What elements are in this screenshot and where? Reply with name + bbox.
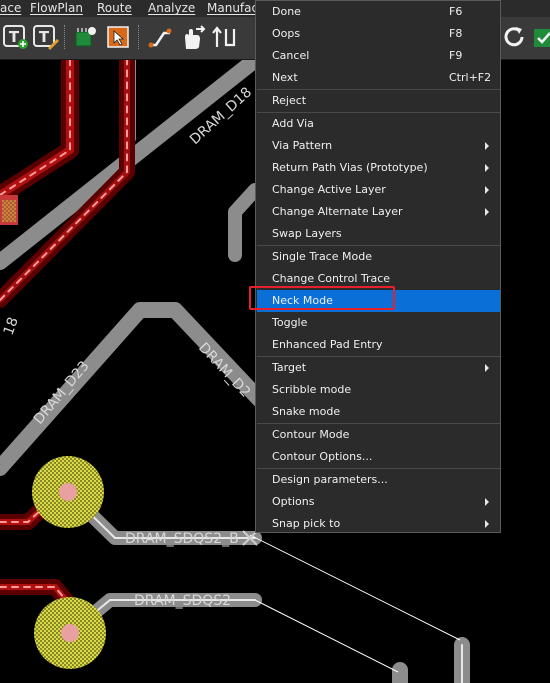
- menu-item-label: Done: [272, 5, 301, 18]
- menu-item-shortcut: F8: [449, 27, 463, 40]
- net-label-dram-d2: DRAM_D2: [195, 340, 253, 401]
- menu-flowplan[interactable]: FlowPlan: [30, 0, 83, 17]
- menu-item-label: Change Alternate Layer: [272, 205, 403, 218]
- menu-item-done[interactable]: Done F6: [257, 1, 500, 23]
- submenu-arrow-icon: [485, 364, 489, 372]
- menu-item-label: Contour Mode: [272, 428, 350, 441]
- menu-item-snap-pick-to[interactable]: Snap pick to: [257, 513, 500, 535]
- toolbar-separator: [138, 25, 142, 49]
- menu-item-label: Contour Options...: [272, 450, 373, 463]
- menu-item-label: Via Pattern: [272, 139, 333, 152]
- menu-item-snake-mode[interactable]: Snake mode: [257, 401, 500, 423]
- menu-item-label: Toggle: [272, 316, 308, 329]
- submenu-arrow-icon: [485, 208, 489, 216]
- menu-item-shortcut: Ctrl+F2: [449, 71, 492, 84]
- menu-item-swap-layers[interactable]: Swap Layers: [257, 223, 500, 245]
- fanout-icon[interactable]: [210, 23, 238, 51]
- interactive-hand-icon[interactable]: [178, 23, 206, 51]
- route-icon[interactable]: [146, 23, 174, 51]
- menu-manufacture[interactable]: Manufac: [207, 0, 258, 17]
- menu-item-shortcut: F9: [449, 49, 463, 62]
- via-partial: [0, 195, 18, 225]
- component-move-icon[interactable]: [104, 23, 132, 51]
- menu-item-change-active-layer[interactable]: Change Active Layer: [257, 179, 500, 201]
- menu-item-label: Reject: [272, 94, 307, 107]
- menu-item-label: Enhanced Pad Entry: [272, 338, 383, 351]
- menu-route[interactable]: Route: [97, 0, 132, 17]
- net-label-18: 18: [1, 315, 22, 337]
- menu-item-label: Add Via: [272, 117, 314, 130]
- menu-place[interactable]: ace: [0, 0, 21, 17]
- menu-item-toggle[interactable]: Toggle: [257, 312, 500, 334]
- menu-item-label: Options: [272, 495, 315, 508]
- submenu-arrow-icon: [485, 520, 489, 528]
- menu-item-label: Snap pick to: [272, 517, 341, 530]
- menu-item-contour-mode[interactable]: Contour Mode: [257, 424, 500, 446]
- menu-item-label: Snake mode: [272, 405, 341, 418]
- refresh-icon[interactable]: [500, 23, 528, 51]
- menu-item-options[interactable]: Options: [257, 491, 500, 513]
- menu-item-return-path-vias[interactable]: Return Path Vias (Prototype): [257, 157, 500, 179]
- menu-item-via-pattern[interactable]: Via Pattern: [257, 135, 500, 157]
- text-add-icon[interactable]: T: [2, 23, 30, 51]
- menu-item-single-trace-mode[interactable]: Single Trace Mode: [257, 246, 500, 268]
- net-label-dram-sdqs2-b: DRAM_SDQS2_B: [125, 531, 239, 547]
- component-green-icon[interactable]: [72, 23, 100, 51]
- menu-item-label: Swap Layers: [272, 227, 342, 240]
- menu-item-reject[interactable]: Reject: [257, 90, 500, 112]
- toolbar-separator: [64, 25, 68, 49]
- submenu-arrow-icon: [485, 186, 489, 194]
- menu-item-design-parameters[interactable]: Design parameters...: [257, 469, 500, 491]
- svg-text:T: T: [39, 28, 50, 46]
- menu-item-label: Target: [272, 361, 307, 374]
- menu-item-label: Change Active Layer: [272, 183, 386, 196]
- menu-item-enhanced-pad-entry[interactable]: Enhanced Pad Entry: [257, 334, 500, 356]
- menu-item-label: Single Trace Mode: [272, 250, 372, 263]
- via-pad-bottom[interactable]: [34, 597, 106, 669]
- menu-item-label: Design parameters...: [272, 473, 388, 486]
- submenu-arrow-icon: [485, 142, 489, 150]
- menu-item-cancel[interactable]: Cancel F9: [257, 45, 500, 67]
- menu-analyze[interactable]: Analyze: [148, 0, 195, 17]
- menu-item-label: Next: [272, 71, 298, 84]
- menu-item-shortcut: F6: [449, 5, 463, 18]
- menu-item-next[interactable]: Next Ctrl+F2: [257, 67, 500, 89]
- menu-item-change-alternate-layer[interactable]: Change Alternate Layer: [257, 201, 500, 223]
- submenu-arrow-icon: [485, 164, 489, 172]
- menu-item-oops[interactable]: Oops F8: [257, 23, 500, 45]
- menu-item-label: Return Path Vias (Prototype): [272, 161, 428, 174]
- menu-item-label: Scribble mode: [272, 383, 352, 396]
- annotation-highlight-box: [249, 286, 395, 310]
- menu-item-target[interactable]: Target: [257, 357, 500, 379]
- menu-item-contour-options[interactable]: Contour Options...: [257, 446, 500, 468]
- net-label-dram-sdqs2: DRAM_SDQS2: [134, 593, 231, 609]
- context-menu: Done F6 Oops F8 Cancel F9 Next Ctrl+F2 Rejec…: [255, 0, 501, 533]
- submenu-arrow-icon: [485, 498, 489, 506]
- ratsnest-lines: [249, 534, 461, 673]
- net-label-dram-d23: DRAM_D23: [31, 358, 93, 427]
- text-edit-icon[interactable]: T: [32, 23, 60, 51]
- menu-item-label: Oops: [272, 27, 301, 40]
- menu-item-label: Cancel: [272, 49, 310, 62]
- menu-item-add-via[interactable]: Add Via: [257, 113, 500, 135]
- via-pad-top[interactable]: [32, 456, 104, 528]
- menu-item-scribble-mode[interactable]: Scribble mode: [257, 379, 500, 401]
- board-check-icon[interactable]: [532, 23, 550, 51]
